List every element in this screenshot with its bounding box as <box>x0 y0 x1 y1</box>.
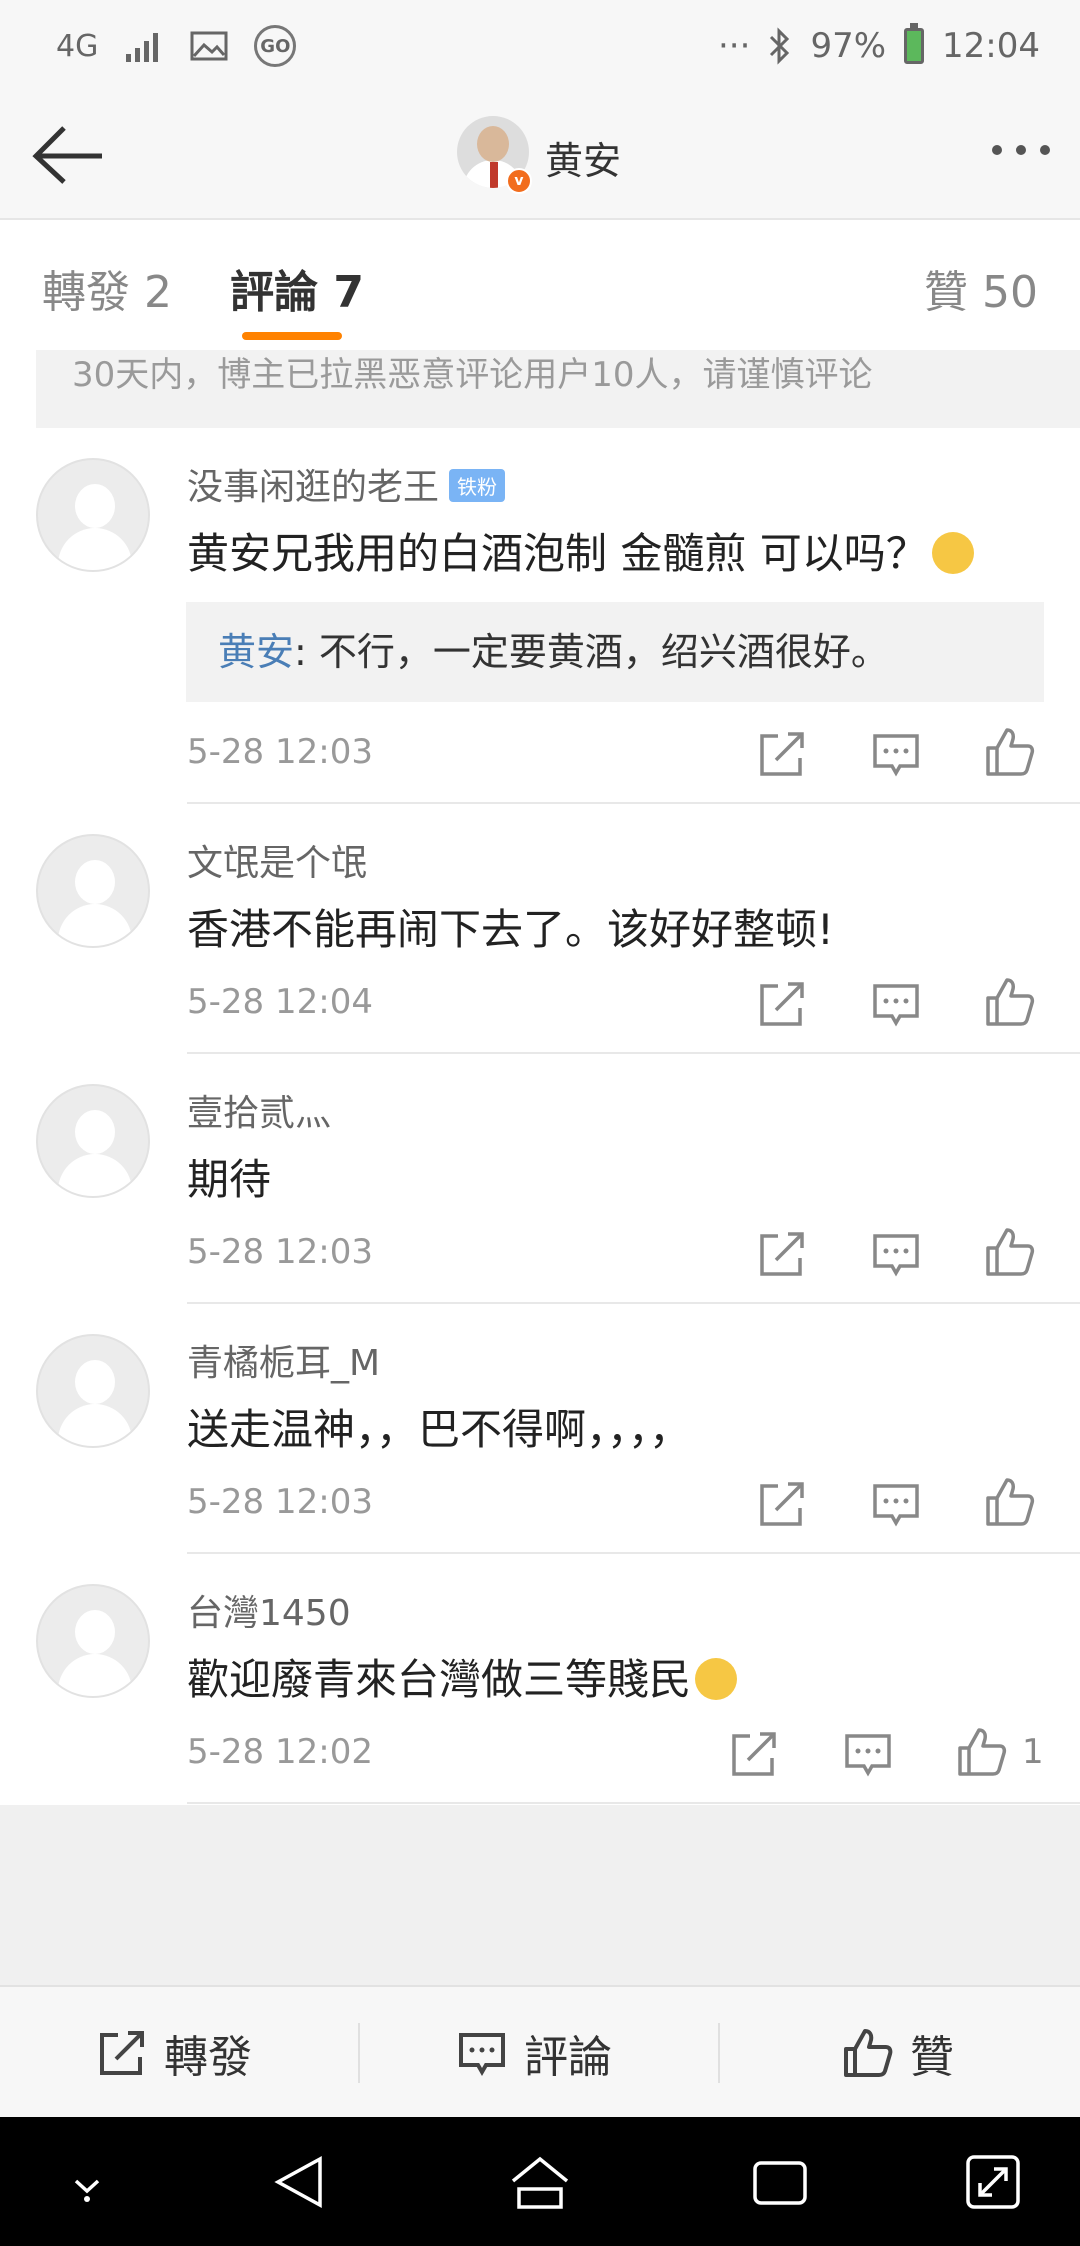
signal-icon <box>126 33 159 62</box>
empty-area <box>0 1805 1080 1985</box>
more-options-icon[interactable] <box>992 145 1050 155</box>
comment-icon[interactable] <box>870 1228 922 1280</box>
reply-text: : 不行，一定要黄酒，绍兴酒很好。 <box>294 630 889 674</box>
comment-item: 台灣1450 歡迎廢青來台灣做三等賤民 5-28 12:02 1 <box>0 1554 1080 1804</box>
blush-emoji-icon <box>695 1657 738 1700</box>
comment-time: 5-28 12:03 <box>187 1482 373 1522</box>
comment-item: 青橘栀耳_M 送走温神，，巴不得啊，，，， 5-28 12:03 <box>0 1304 1080 1554</box>
avatar[interactable] <box>36 1584 150 1698</box>
bluetooth-icon <box>770 27 790 65</box>
share-icon[interactable] <box>728 1728 780 1780</box>
system-nav-bar <box>0 2117 1080 2246</box>
more-status-icon: ··· <box>718 26 751 66</box>
nav-recent-apps-icon[interactable] <box>749 2151 811 2213</box>
comment-time: 5-28 12:03 <box>187 1232 373 1272</box>
share-icon[interactable] <box>756 1478 808 1530</box>
like-icon[interactable] <box>984 1476 1036 1528</box>
comment-item: 文氓是个氓 香港不能再闹下去了。该好好整顿! 5-28 12:04 <box>0 804 1080 1054</box>
tab-bar: 轉發 2 評論 7 贊 50 <box>0 222 1080 350</box>
share-icon[interactable] <box>756 1228 808 1280</box>
like-icon[interactable] <box>956 1726 1008 1778</box>
avatar[interactable] <box>36 834 150 948</box>
share-icon <box>100 2031 144 2075</box>
like-icon[interactable] <box>984 1226 1036 1278</box>
comment-icon[interactable] <box>842 1728 894 1780</box>
network-label: 4G <box>56 28 99 64</box>
comment-username[interactable]: 青橘栀耳_M <box>187 1334 380 1386</box>
repost-button[interactable]: 轉發 <box>96 1987 252 2119</box>
like-icon <box>844 2029 893 2077</box>
comment-divider <box>187 1802 1080 1804</box>
comment-text: 香港不能再闹下去了。该好好整顿! <box>187 905 834 954</box>
comment-text: 黄安兄我用的白酒泡制 金髓煎 可以吗？ <box>187 529 928 578</box>
active-tab-indicator <box>242 332 342 340</box>
comment-icon <box>459 2033 505 2077</box>
separator <box>718 2023 720 2083</box>
nav-home-icon[interactable] <box>509 2151 571 2213</box>
share-icon[interactable] <box>756 978 808 1030</box>
battery-icon <box>904 23 925 64</box>
repost-label: 轉發 <box>164 2032 252 2083</box>
like-button[interactable]: 贊 <box>842 1987 954 2119</box>
like-count: 1 <box>1022 1732 1044 1772</box>
tab-repost[interactable]: 轉發 2 <box>42 256 172 320</box>
avatar[interactable] <box>36 1334 150 1448</box>
comment-item: 没事闲逛的老王 铁粉 黄安兄我用的白酒泡制 金髓煎 可以吗？ 黄安: 不行，一定要… <box>0 428 1080 804</box>
comment-button[interactable]: 評論 <box>456 1987 612 2119</box>
author-name[interactable]: 黄安 <box>545 130 621 185</box>
battery-percent: 97% <box>810 26 887 66</box>
comment-username[interactable]: 没事闲逛的老王 <box>187 467 439 508</box>
comment-icon[interactable] <box>870 978 922 1030</box>
comment-icon[interactable] <box>870 1478 922 1530</box>
comment-label: 評論 <box>524 2032 612 2083</box>
comment-icon[interactable] <box>870 728 922 780</box>
comment-text: 送走温神，，巴不得啊，，，， <box>187 1405 692 1454</box>
reply-box[interactable]: 黄安: 不行，一定要黄酒，绍兴酒很好。 <box>186 602 1044 702</box>
like-icon[interactable] <box>984 976 1036 1028</box>
comment-text: 期待 <box>187 1155 272 1204</box>
reply-author[interactable]: 黄安 <box>218 630 294 674</box>
bottom-action-bar: 轉發 評論 贊 <box>0 1985 1080 2117</box>
go-icon: GO <box>254 25 297 67</box>
clock: 12:04 <box>942 26 1040 66</box>
comment-item: 壹拾贰灬 期待 5-28 12:03 <box>0 1054 1080 1304</box>
avatar[interactable] <box>36 1084 150 1198</box>
nav-expand-icon[interactable] <box>962 2151 1024 2213</box>
smile-emoji-icon <box>931 531 974 574</box>
like-label: 贊 <box>910 2032 954 2083</box>
header: v 黄安 <box>0 90 1080 220</box>
nav-back-icon[interactable] <box>270 2151 332 2213</box>
back-arrow-icon[interactable] <box>28 120 108 190</box>
moderation-notice: 30天内，博主已拉黑恶意评论用户10人，请谨慎评论 <box>36 350 1080 428</box>
collapse-nav-icon[interactable] <box>56 2151 118 2213</box>
gallery-icon <box>190 31 228 61</box>
verified-badge: v <box>506 168 532 194</box>
fan-badge: 铁粉 <box>449 468 506 502</box>
comment-username[interactable]: 台灣1450 <box>187 1584 351 1636</box>
comment-time: 5-28 12:03 <box>187 732 373 772</box>
tab-likes[interactable]: 贊 50 <box>924 256 1038 320</box>
like-icon[interactable] <box>984 726 1036 778</box>
avatar[interactable] <box>36 458 150 572</box>
comment-time: 5-28 12:02 <box>187 1732 373 1772</box>
comment-username[interactable]: 文氓是个氓 <box>187 834 367 886</box>
comment-username[interactable]: 壹拾贰灬 <box>187 1084 331 1136</box>
separator <box>358 2023 360 2083</box>
status-bar: 4G GO ··· 97% 12:04 <box>0 0 1080 90</box>
share-icon[interactable] <box>756 728 808 780</box>
comment-text: 歡迎廢青來台灣做三等賤民 <box>187 1655 692 1704</box>
tab-comments[interactable]: 評論 7 <box>230 256 364 320</box>
comment-time: 5-28 12:04 <box>187 982 373 1022</box>
